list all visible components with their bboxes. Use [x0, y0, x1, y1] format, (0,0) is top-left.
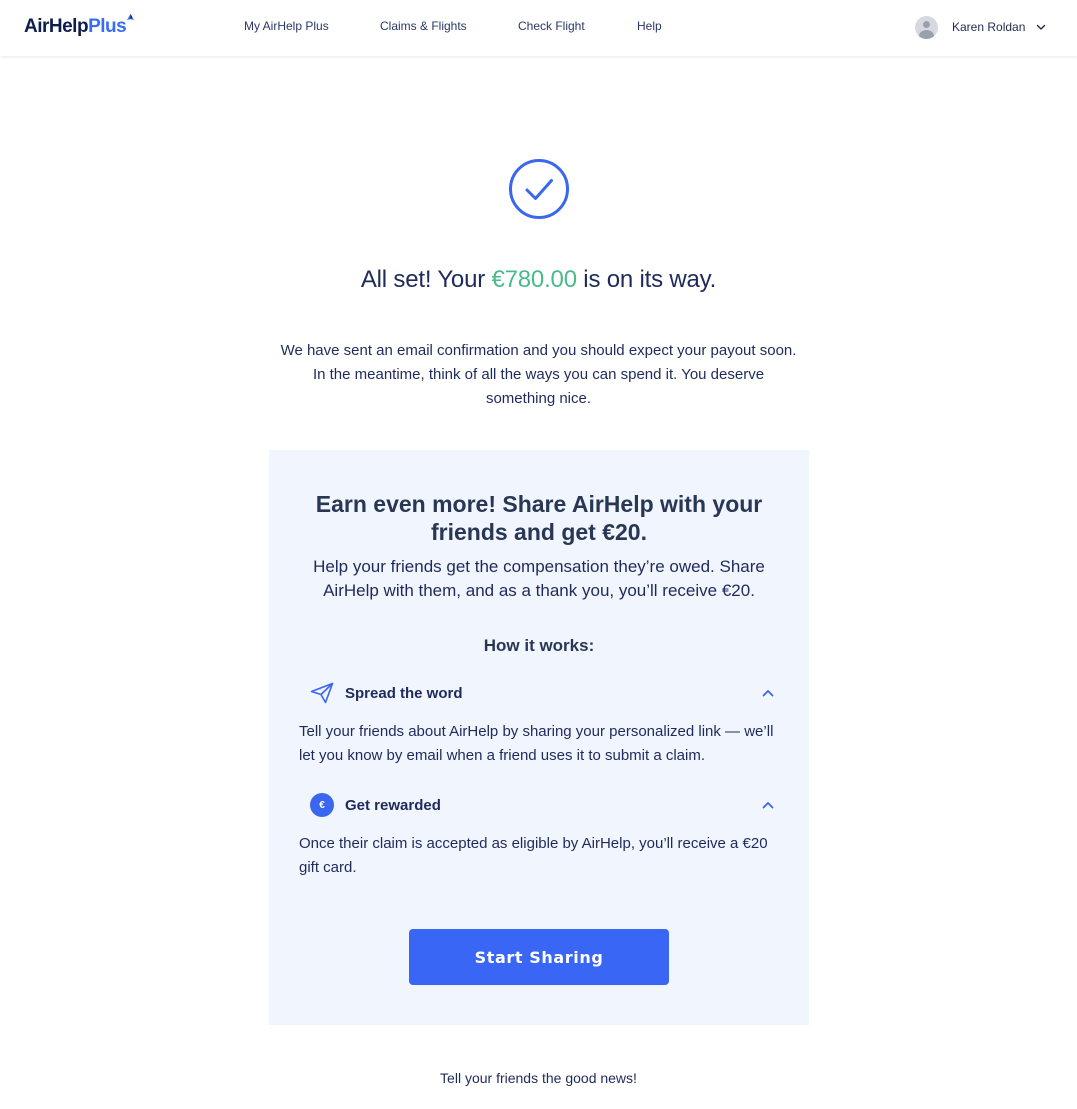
check-circle-icon: [509, 159, 569, 219]
airhelp-plus-logo[interactable]: AirHelp Plus: [24, 13, 135, 42]
nav-help[interactable]: Help: [637, 19, 662, 33]
how-it-works-heading: How it works:: [483, 636, 595, 655]
headline-prefix: All set! Your: [360, 266, 492, 293]
user-avatar-icon: [915, 15, 938, 39]
footer-note: Tell your friends the good news!: [440, 1070, 637, 1086]
step-header[interactable]: Spread the word: [299, 678, 775, 708]
success-headline: All set! Your €780.00 is on its way.: [0, 266, 1077, 294]
user-name: Karen Roldan: [952, 20, 1026, 34]
referral-card: Earn even more! Share AirHelp with your …: [269, 450, 809, 1025]
start-sharing-button[interactable]: Start Sharing: [409, 929, 669, 985]
referral-title: Earn even more! Share AirHelp with your …: [315, 491, 763, 545]
step-spread-the-word: Spread the word Tell your friends about …: [299, 678, 775, 768]
chevron-down-icon[interactable]: [1035, 21, 1047, 33]
chevron-up-icon[interactable]: [761, 687, 775, 699]
logo-text-secondary: Plus: [88, 16, 127, 37]
step-get-rewarded: € Get rewarded Once their claim is accep…: [299, 790, 775, 880]
nav-my-airhelp-plus[interactable]: My AirHelp Plus: [244, 19, 329, 33]
paper-plane-icon: [309, 680, 335, 706]
user-menu[interactable]: Karen Roldan: [915, 15, 1047, 39]
step-title: Spread the word: [345, 684, 463, 702]
payout-amount: €780.00: [491, 266, 577, 293]
step-header[interactable]: € Get rewarded: [299, 790, 775, 820]
logo-text-primary: AirHelp: [24, 16, 89, 37]
step-description: Once their claim is accepted as eligible…: [299, 835, 768, 876]
step-title: Get rewarded: [345, 796, 441, 814]
headline-suffix: is on its way.: [576, 266, 717, 293]
nav-claims-flights[interactable]: Claims & Flights: [380, 19, 467, 33]
top-navigation-bar: AirHelp Plus My AirHelp Plus Claims & Fl…: [0, 0, 1077, 56]
bird-logo-icon: [127, 13, 135, 21]
chevron-up-icon[interactable]: [761, 799, 775, 811]
nav-check-flight[interactable]: Check Flight: [518, 19, 585, 33]
referral-subtitle: Help your friends get the compensation t…: [313, 557, 765, 600]
success-message: We have sent an email confirmation and y…: [280, 342, 797, 407]
euro-coin-icon: €: [309, 792, 335, 818]
step-description: Tell your friends about AirHelp by shari…: [299, 723, 774, 764]
